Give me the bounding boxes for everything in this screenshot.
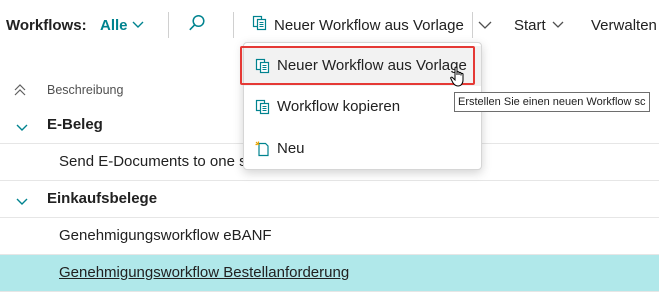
manage-menu-button[interactable]: Verwalten: [591, 0, 657, 50]
copy-document-icon: [252, 15, 268, 35]
tooltip: Erstellen Sie einen neuen Workflow sc: [454, 92, 650, 112]
filter-dropdown[interactable]: Alle: [100, 0, 144, 50]
chevron-down-icon: [132, 21, 144, 29]
start-menu-label: Start: [514, 16, 546, 34]
workflow-description: Genehmigungsworkflow eBANF: [59, 227, 272, 244]
toolbar-divider: [168, 12, 169, 38]
menu-item-label: Neu: [277, 140, 305, 157]
chevron-down-icon: [478, 21, 492, 29]
group-row-einkaufsbelege[interactable]: Einkaufsbelege: [0, 181, 659, 218]
menu-item-label: Workflow kopieren: [277, 98, 401, 115]
menu-item-new[interactable]: Neu: [244, 129, 481, 169]
collapse-all-icon[interactable]: [13, 83, 27, 102]
menu-item-label: Neuer Workflow aus Vorlage: [277, 57, 467, 74]
chevron-down-icon[interactable]: [16, 119, 28, 137]
workflow-description[interactable]: Genehmigungsworkflow Bestellanforderung: [59, 264, 349, 281]
search-button[interactable]: [188, 0, 206, 50]
workflow-description: Send E-Documents to one s: [59, 153, 247, 170]
search-icon: [188, 14, 206, 36]
list-item-selected[interactable]: Genehmigungsworkflow Bestellanforderung: [0, 255, 659, 292]
copy-document-icon: [255, 58, 271, 78]
menu-item-new-from-template[interactable]: Neuer Workflow aus Vorlage: [244, 46, 481, 86]
menu-item-copy-workflow[interactable]: Workflow kopieren: [244, 87, 481, 127]
group-label: Einkaufsbelege: [47, 190, 158, 207]
new-workflow-dropdown-menu: Neuer Workflow aus Vorlage Workflow kopi…: [243, 42, 482, 170]
column-header-description[interactable]: Beschreibung: [47, 83, 123, 97]
filter-value: Alle: [100, 16, 128, 34]
chevron-down-icon: [552, 21, 564, 29]
split-button-divider: [472, 12, 473, 38]
new-workflow-from-template-label: Neuer Workflow aus Vorlage: [274, 16, 464, 34]
list-item[interactable]: Genehmigungsworkflow eBANF: [0, 218, 659, 255]
workflows-label: Workflows:: [6, 16, 87, 34]
chevron-down-icon[interactable]: [16, 193, 28, 211]
new-document-icon: [255, 141, 271, 161]
group-label: E-Beleg: [47, 116, 103, 133]
start-menu-button[interactable]: Start: [514, 0, 564, 50]
hand-cursor-icon: [450, 66, 468, 93]
copy-document-icon: [255, 99, 271, 119]
toolbar-divider: [233, 12, 234, 38]
